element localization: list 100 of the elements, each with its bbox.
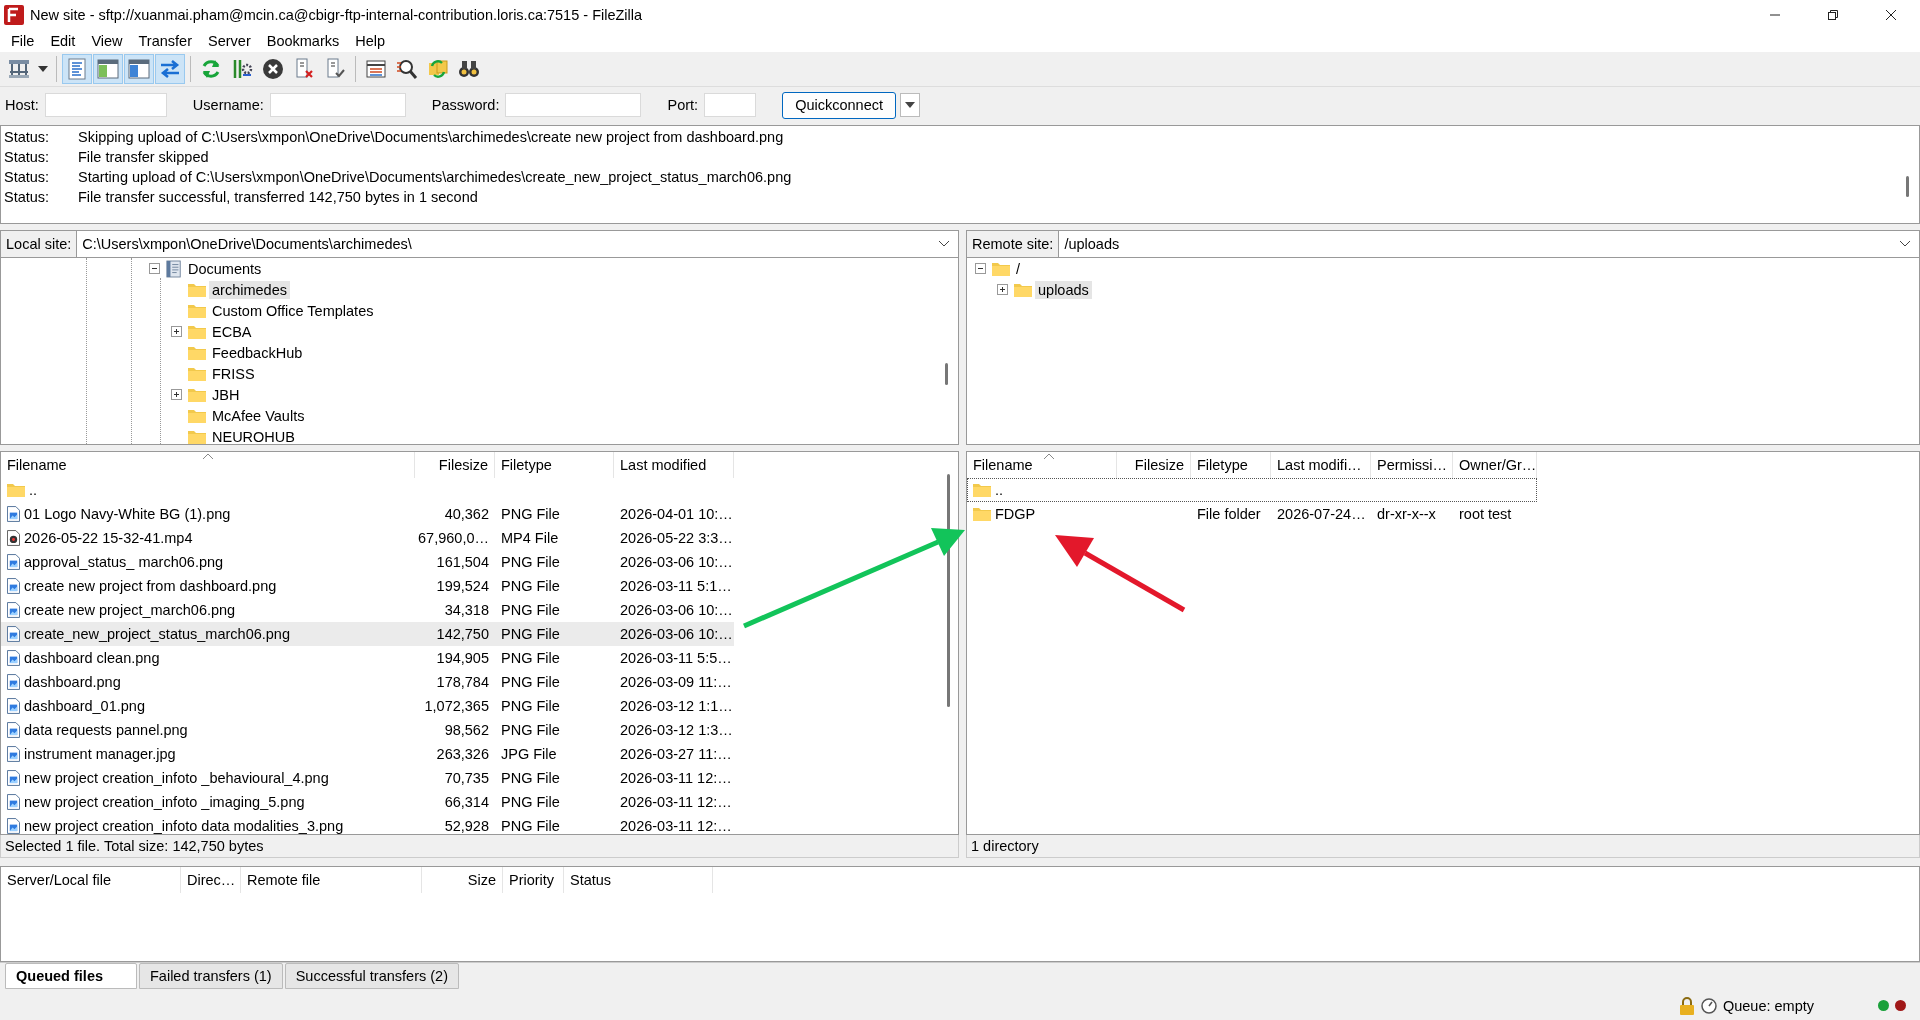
file-cell: PNG File: [501, 722, 560, 738]
scrollbar-thumb[interactable]: [945, 363, 948, 385]
search-icon: [395, 57, 419, 81]
path-field[interactable]: C:\Users\xmpon\OneDrive\Documents\archimedes\: [82, 236, 412, 252]
scrollbar-thumb[interactable]: [947, 474, 950, 707]
led-icon: [1878, 1000, 1889, 1011]
caret-icon[interactable]: [1899, 240, 1911, 248]
input-field[interactable]: [269, 93, 406, 117]
file-row[interactable]: 01 Logo Navy-White BG (1).png 40,362 PNG File 2026-04-01 10:…: [1, 502, 734, 526]
tree-item[interactable]: ECBA: [209, 322, 255, 341]
menu-item[interactable]: Transfer: [130, 33, 200, 49]
file-row[interactable]: dashboard_01.png 1,072,365 PNG File 2026-03-12 1:1…: [1, 694, 734, 718]
tree-item[interactable]: JBH: [209, 385, 243, 404]
menu-item[interactable]: Server: [200, 33, 259, 49]
file-row[interactable]: create new project from dashboard.png 199,524 PNG File 2026-03-11 5:1…: [1, 574, 734, 598]
expand-icon[interactable]: [997, 284, 1008, 295]
column-header[interactable]: Remote file: [241, 867, 422, 893]
file-cell: approval_status_ march06.png: [24, 554, 224, 570]
column-header[interactable]: Filename: [967, 452, 1117, 478]
file-row[interactable]: ..: [1, 478, 734, 502]
file-row[interactable]: create_new_project_status_march06.png 142,750 PNG File 2026-03-06 10:…: [1, 622, 734, 646]
file-row[interactable]: new project creation_infoto _behavioural_4.png 70,735 PNG File 2026-03-11 12:…: [1, 766, 734, 790]
column-header[interactable]: Filesize: [415, 452, 495, 478]
file-row[interactable]: dashboard clean.png 194,905 PNG File 2026-03-11 5:5…: [1, 646, 734, 670]
tree-item[interactable]: /: [1013, 259, 1024, 278]
folder-icon: [188, 303, 206, 318]
tree-item[interactable]: Custom Office Templates: [209, 301, 377, 320]
field-label: Username:: [192, 97, 264, 113]
file-row[interactable]: approval_status_ march06.png 161,504 PNG File 2026-03-06 10:…: [1, 550, 734, 574]
column-header[interactable]: Size: [422, 867, 503, 893]
column-header[interactable]: Filesize: [1117, 452, 1191, 478]
column-header[interactable]: Filetype: [495, 452, 614, 478]
file-cell: PNG File: [501, 554, 560, 570]
file-cell: 2026-03-12 1:1…: [620, 698, 733, 714]
column-header[interactable]: Filetype: [1191, 452, 1271, 478]
menu-item[interactable]: View: [83, 33, 131, 49]
tree-item[interactable]: archimedes: [209, 280, 290, 299]
tab[interactable]: Failed transfers (1): [139, 963, 283, 989]
gauge-icon: [1700, 997, 1717, 1014]
file-row[interactable]: 2026-05-22 15-32-41.mp4 67,960,0… MP4 File 2026-05-22 3:3…: [1, 526, 734, 550]
file-row[interactable]: new project creation_infoto data modalities_3.png 52,928 PNG File 2026-03-11 12:…: [1, 814, 734, 834]
file-row[interactable]: instrument manager.jpg 263,326 JPG File 2026-03-27 11:…: [1, 742, 734, 766]
lock-icon: [1678, 996, 1695, 1015]
log-message: File transfer skipped: [78, 149, 209, 165]
toolbar-button[interactable]: [124, 54, 154, 84]
column-header[interactable]: Priority: [503, 867, 564, 893]
file-row[interactable]: FDGP File folder 2026-07-24… dr-xr-x--x root test: [967, 502, 1537, 526]
scrollbar-thumb[interactable]: [1906, 176, 1909, 197]
file-cell: 2026-07-24…: [1277, 506, 1366, 522]
column-header[interactable]: Status: [564, 867, 713, 893]
column-header[interactable]: Permissi…: [1371, 452, 1453, 478]
column-header[interactable]: Filename: [1, 452, 415, 478]
tree-item[interactable]: uploads: [1035, 280, 1092, 299]
dropdown-button[interactable]: [900, 93, 921, 117]
column-header[interactable]: Last modified: [614, 452, 734, 478]
file-cell: 2026-03-09 11:…: [620, 674, 732, 690]
expand-icon[interactable]: [171, 389, 182, 400]
file-cell: 161,504: [436, 554, 489, 570]
column-header[interactable]: Direc…: [181, 867, 241, 893]
toolbar-icon: [127, 57, 151, 81]
file-cell: PNG File: [501, 602, 560, 618]
menu-item[interactable]: File: [3, 33, 43, 49]
file-row[interactable]: data requests pannel.png 98,562 PNG File 2026-03-12 1:3…: [1, 718, 734, 742]
tab[interactable]: Queued files: [5, 963, 137, 989]
tree-item[interactable]: McAfee Vaults: [209, 406, 308, 425]
file-row[interactable]: dashboard.png 178,784 PNG File 2026-03-09 11:…: [1, 670, 734, 694]
tree-item[interactable]: FRISS: [209, 364, 258, 383]
log-label: Status:: [3, 189, 51, 205]
toolbar-button[interactable]: [93, 54, 123, 84]
menu-item[interactable]: Bookmarks: [258, 33, 348, 49]
tree-item[interactable]: FeedbackHub: [209, 343, 306, 362]
column-header[interactable]: Last modifi…: [1271, 452, 1371, 478]
file-cell: new project creation_infoto _imaging_5.png: [24, 794, 305, 810]
menu-item[interactable]: Help: [347, 33, 394, 49]
toolbar-icon: [426, 57, 450, 81]
file-row[interactable]: new project creation_infoto _imaging_5.png 66,314 PNG File 2026-03-11 12:…: [1, 790, 734, 814]
file-cell: 2026-03-11 5:1…: [620, 578, 732, 594]
tree-item[interactable]: Documents: [185, 259, 265, 278]
collapse-icon[interactable]: [975, 263, 986, 274]
file-cell: PNG File: [501, 770, 560, 786]
expand-icon[interactable]: [171, 326, 182, 337]
field-label: Host:: [5, 97, 39, 113]
input-field[interactable]: [505, 93, 642, 117]
path-field[interactable]: /uploads: [1064, 236, 1120, 252]
file-row[interactable]: ..: [967, 478, 1537, 502]
file-cell: PNG File: [501, 698, 560, 714]
toolbar-icon: [364, 57, 388, 81]
column-header[interactable]: Server/Local file: [1, 867, 181, 893]
quickconnect-button[interactable]: Quickconnect: [782, 91, 897, 119]
input-field[interactable]: [44, 93, 167, 117]
tree-item[interactable]: NEUROHUB: [209, 427, 298, 444]
collapse-icon[interactable]: [149, 263, 160, 274]
file-cell: 66,314: [444, 794, 489, 810]
file-row[interactable]: create new project_march06.png 34,318 PNG File 2026-03-06 10:…: [1, 598, 734, 622]
tab[interactable]: Successful transfers (2): [284, 963, 459, 989]
caret-icon[interactable]: [938, 240, 950, 248]
image-file-icon: [7, 722, 20, 738]
column-header[interactable]: Owner/Gr…: [1453, 452, 1537, 478]
input-field[interactable]: [704, 93, 757, 117]
menu-item[interactable]: Edit: [42, 33, 84, 49]
